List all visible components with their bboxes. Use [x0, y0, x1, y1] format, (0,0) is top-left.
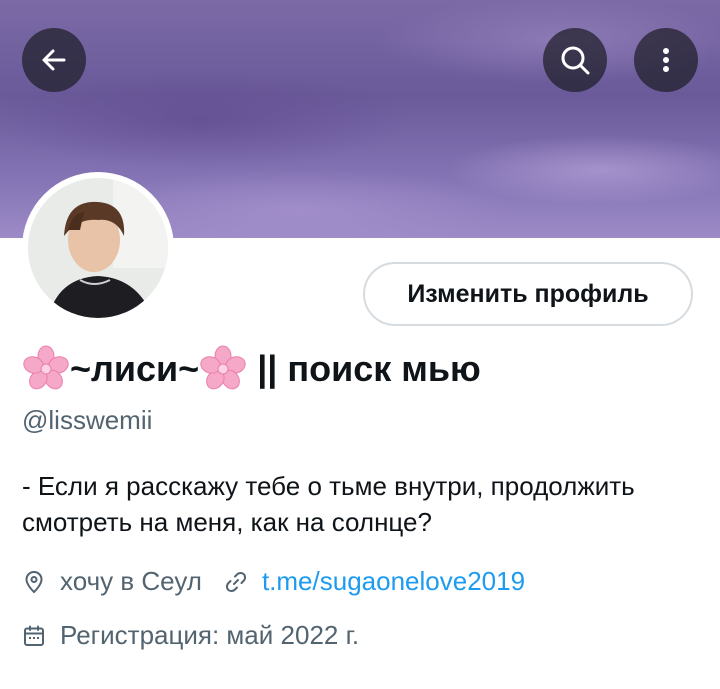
joined-date: Регистрация: май 2022 г. [60, 620, 360, 650]
display-name-part1: ~лиси~ [70, 348, 200, 389]
display-name-part2: || поиск мью [247, 348, 481, 389]
back-button[interactable] [22, 28, 86, 92]
website-link[interactable]: t.me/sugaonelove2019 [262, 566, 525, 597]
more-button[interactable] [634, 28, 698, 92]
profile-meta-row: хочу в Сеул t.me/sugaonelove2019 [22, 566, 525, 597]
sakura-flower-icon [200, 345, 246, 390]
avatar-photo [28, 178, 168, 318]
profile-bio: - Если я расскажу тебе о тьме внутри, пр… [22, 471, 635, 537]
search-button[interactable] [543, 28, 607, 92]
location-text: хочу в Сеул [60, 566, 202, 596]
display-name: ~лиси~ || поиск мью [22, 344, 481, 394]
link-icon [225, 571, 246, 592]
avatar[interactable] [22, 172, 174, 324]
arrow-left-icon [42, 49, 66, 71]
username-handle: @lisswemii [22, 405, 153, 435]
location-icon [25, 570, 43, 593]
edit-profile-button[interactable]: Изменить профиль [363, 262, 693, 326]
search-icon [561, 46, 590, 75]
calendar-icon [24, 625, 44, 646]
more-vertical-icon [663, 48, 669, 72]
sakura-flower-icon [23, 345, 69, 390]
profile-joined-row: Регистрация: май 2022 г. [22, 620, 359, 651]
